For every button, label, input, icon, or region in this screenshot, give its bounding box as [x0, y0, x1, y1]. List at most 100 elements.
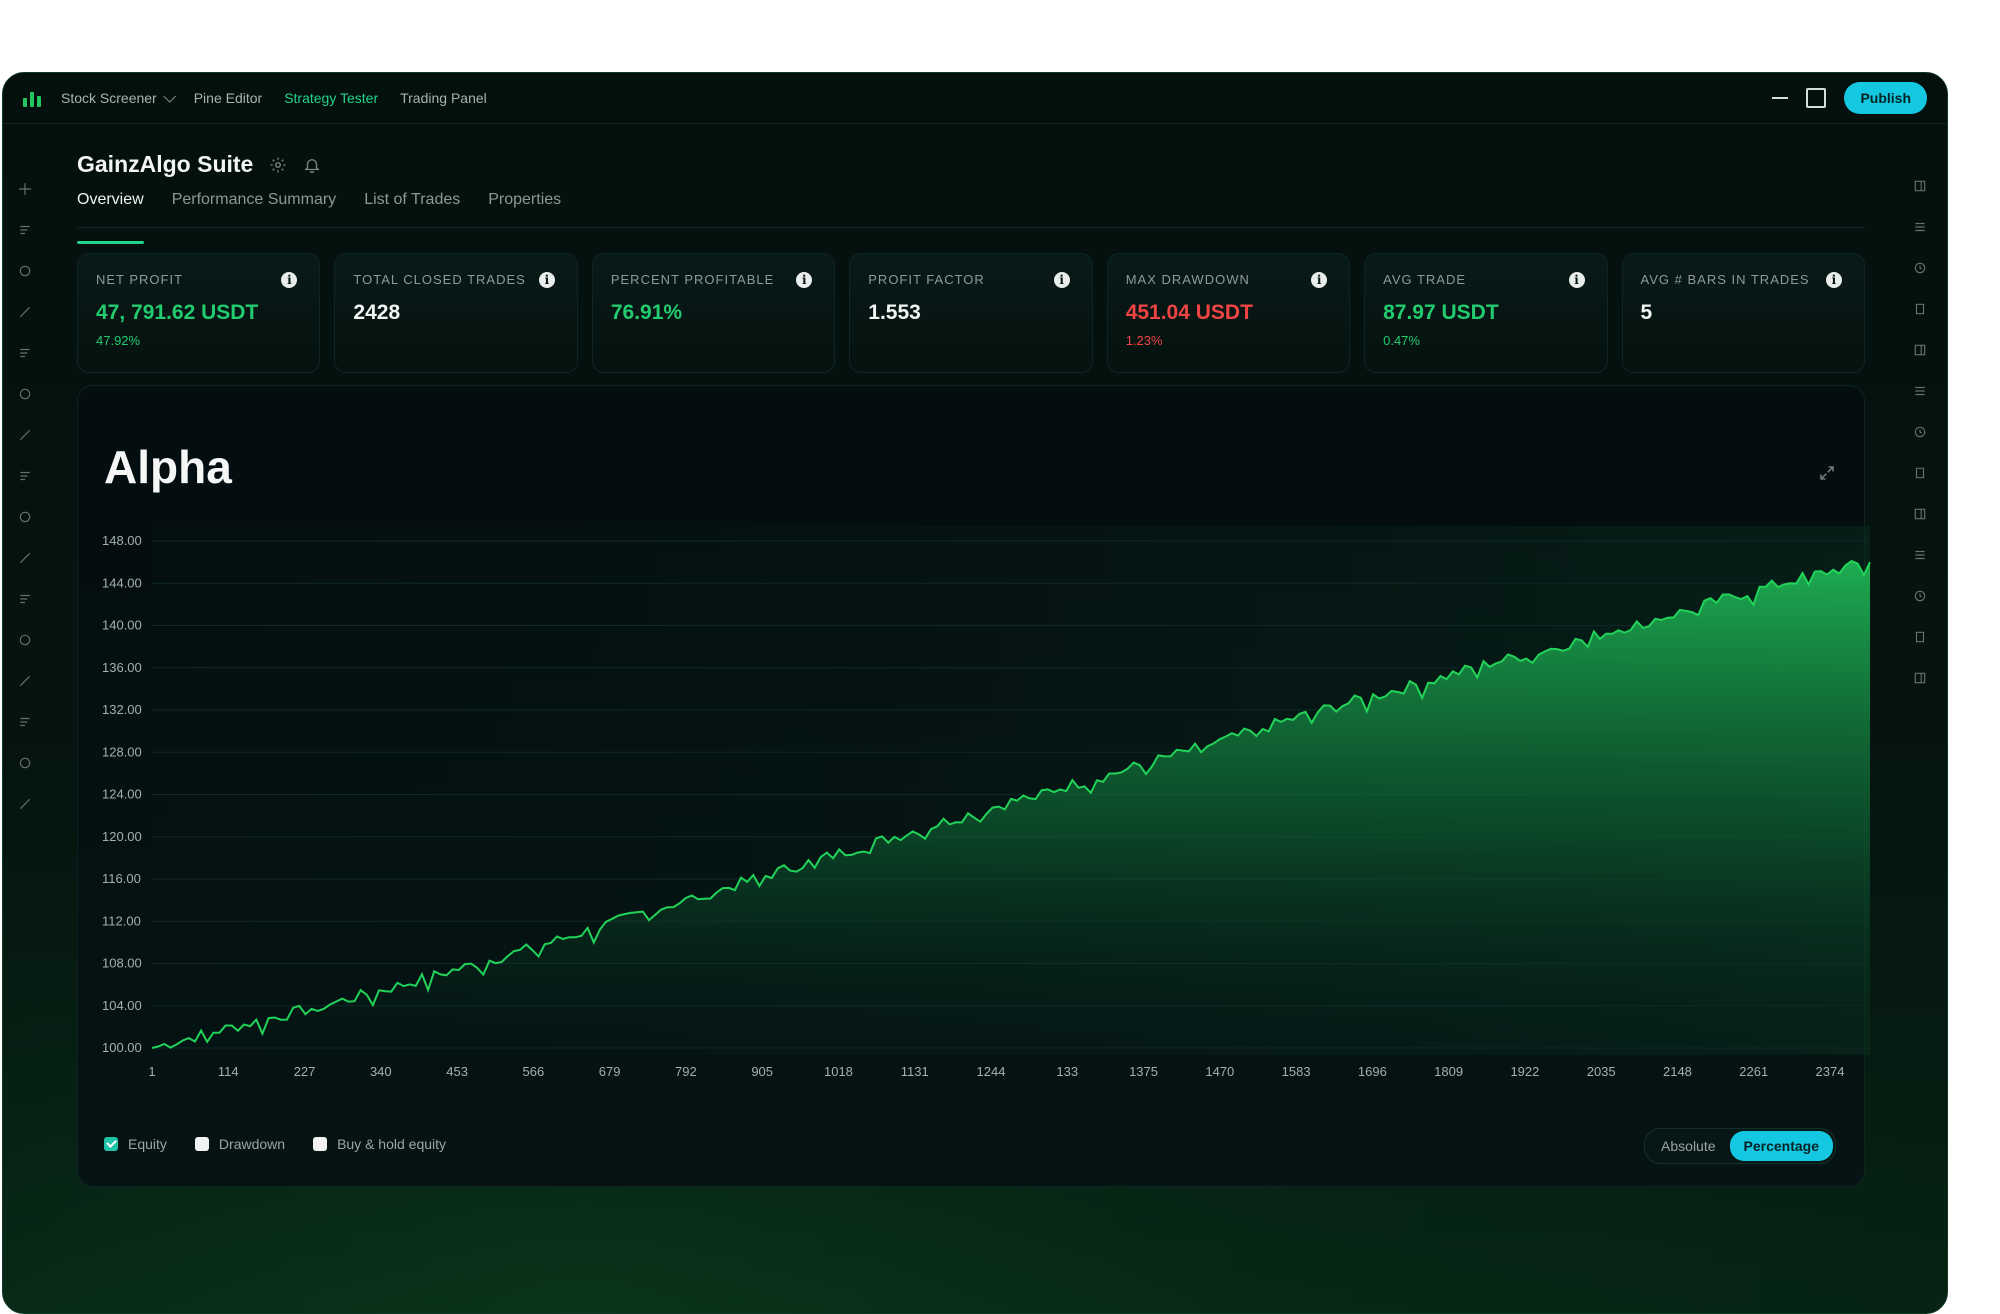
info-icon[interactable]: i	[1568, 272, 1585, 288]
legend-item[interactable]: Equity	[104, 1136, 167, 1152]
checkbox[interactable]	[313, 1137, 328, 1151]
menu-trading-panel[interactable]: Trading Panel	[400, 90, 487, 106]
equity-chart-panel: Alpha 148.00 144.00 140.00 136.00 132.00 128.…	[77, 385, 1871, 1187]
panel-icon[interactable]	[1913, 179, 1929, 195]
x-tick-label: 133	[1056, 1064, 1078, 1079]
app-logo-icon[interactable]	[23, 89, 43, 107]
stat-card: PERCENT PROFITABLE i 76.91%	[591, 253, 836, 373]
menu-label: Pine Editor	[193, 90, 263, 106]
info-icon[interactable]: i	[1825, 272, 1842, 288]
info-icon[interactable]: i	[1053, 272, 1070, 288]
y-tick-label: 132.00	[102, 702, 142, 717]
clock-icon[interactable]	[1913, 261, 1929, 277]
legend-item[interactable]: Drawdown	[194, 1136, 286, 1152]
tab-list-of-trades[interactable]: List of Trades	[364, 191, 460, 227]
list-icon[interactable]	[1913, 220, 1929, 236]
tab-overview[interactable]: Overview	[77, 191, 144, 244]
y-tick-label: 124.00	[102, 787, 142, 802]
tab-performance-summary[interactable]: Performance Summary	[172, 191, 337, 227]
y-tick-label: 116.00	[102, 871, 141, 886]
maximize-icon[interactable]	[1806, 88, 1827, 108]
menu-strategy-tester[interactable]: Strategy Tester	[284, 90, 378, 106]
stat-card: TOTAL CLOSED TRADES i 2428	[334, 253, 578, 373]
lightbulb-icon[interactable]	[1913, 343, 1929, 359]
main-content: GainzAlgo Suite Overview Performance Sum…	[77, 123, 1871, 1313]
x-tick-label: 1244	[977, 1064, 1006, 1079]
x-tick-label: 1922	[1510, 1064, 1539, 1079]
x-tick-label: 566	[523, 1064, 545, 1079]
bell-icon[interactable]	[303, 156, 321, 174]
tab-properties[interactable]: Properties	[488, 191, 561, 227]
lock-icon[interactable]	[17, 673, 33, 689]
crosshair-icon[interactable]	[17, 181, 33, 197]
text-icon[interactable]	[17, 427, 33, 443]
x-tick-label: 1131	[901, 1064, 929, 1079]
percentage-button[interactable]: Percentage	[1729, 1131, 1833, 1161]
x-tick-label: 453	[446, 1064, 468, 1079]
legend-label: Drawdown	[218, 1136, 286, 1152]
legend-item[interactable]: Buy & hold equity	[313, 1136, 446, 1152]
trend-line-icon[interactable]	[17, 222, 33, 238]
fork-icon[interactable]	[17, 304, 33, 320]
x-tick-label: 679	[599, 1064, 621, 1079]
x-tick-label: 1470	[1205, 1064, 1234, 1079]
gear-icon[interactable]	[269, 156, 287, 174]
filter-lines-icon[interactable]	[17, 345, 33, 361]
stats-row: NET PROFIT i 47, 791.62 USDT 47.92% TOTA…	[77, 253, 1865, 373]
magnet-icon[interactable]	[17, 591, 33, 607]
stat-label: AVG TRADE	[1383, 272, 1467, 287]
menu-label: Strategy Tester	[284, 90, 379, 106]
absolute-button[interactable]: Absolute	[1647, 1131, 1729, 1161]
y-tick-label: 100.00	[102, 1040, 142, 1055]
x-tick-label: 905	[751, 1064, 773, 1079]
minimize-icon[interactable]	[1772, 97, 1789, 99]
image-icon[interactable]	[1913, 302, 1929, 318]
ruler-icon[interactable]	[17, 509, 33, 525]
app-window: Stock Screener Pine Editor Strategy Test…	[2, 72, 1948, 1314]
stat-label: PROFIT FACTOR	[868, 272, 985, 287]
y-tick-label: 136.00	[102, 660, 142, 675]
checkbox[interactable]	[194, 1137, 209, 1151]
info-icon[interactable]: i	[538, 272, 555, 288]
y-tick-label: 104.00	[102, 998, 142, 1013]
eye-icon[interactable]	[17, 714, 33, 730]
pencil-icon[interactable]	[17, 632, 33, 648]
x-tick-label: 2035	[1587, 1064, 1616, 1079]
stat-value: 5	[1640, 301, 1653, 324]
x-tick-label: 792	[675, 1064, 697, 1079]
menu-pine-editor[interactable]: Pine Editor	[194, 90, 262, 106]
trash-icon[interactable]	[17, 796, 33, 812]
emoji-icon[interactable]	[17, 468, 33, 484]
stat-card: AVG # BARS IN TRADES i 5	[1621, 253, 1865, 373]
y-tick-label: 112.00	[102, 913, 141, 928]
publish-button[interactable]: Publish	[1844, 82, 1927, 114]
stat-value: 76.91%	[610, 301, 683, 324]
zoom-icon[interactable]	[17, 550, 33, 566]
horizontal-lines-icon[interactable]	[17, 263, 33, 279]
stat-card: NET PROFIT i 47, 791.62 USDT 47.92%	[77, 253, 321, 373]
top-bar: Stock Screener Pine Editor Strategy Test…	[3, 73, 1947, 124]
x-tick-label: 1583	[1282, 1064, 1311, 1079]
x-tick-label: 2374	[1816, 1064, 1845, 1079]
stat-card: AVG TRADE i 87.97 USDT 0.47%	[1364, 253, 1608, 373]
x-tick-label: 2261	[1739, 1064, 1768, 1079]
x-tick-label: 114	[218, 1064, 239, 1079]
legend-label: Equity	[128, 1136, 167, 1152]
menu-stock-screener[interactable]: Stock Screener	[61, 89, 176, 106]
x-tick-label: 227	[294, 1064, 316, 1079]
checkbox[interactable]	[104, 1137, 118, 1151]
x-tick-label: 1696	[1358, 1064, 1387, 1079]
link-icon[interactable]	[17, 755, 33, 771]
stat-value: 2428	[353, 301, 401, 324]
stat-value: 1.553	[868, 301, 921, 324]
chart-legend: Equity Drawdown Buy & hold equity	[104, 1136, 446, 1152]
stat-subvalue: 47.92%	[96, 333, 141, 348]
y-tick-label: 148.00	[102, 533, 142, 548]
stat-label: NET PROFIT	[96, 272, 184, 287]
info-icon[interactable]: i	[1311, 272, 1328, 288]
stat-label: PERCENT PROFITABLE	[610, 272, 775, 287]
brush-icon[interactable]	[17, 386, 33, 402]
x-tick-label: 1375	[1129, 1064, 1158, 1079]
x-tick-label: 340	[370, 1064, 392, 1079]
menu-label: Trading Panel	[400, 90, 487, 106]
